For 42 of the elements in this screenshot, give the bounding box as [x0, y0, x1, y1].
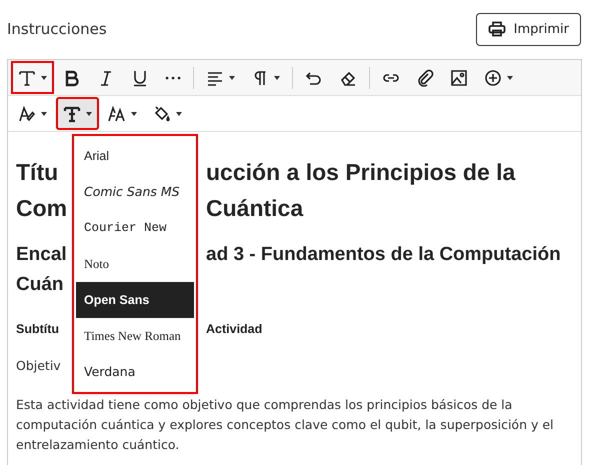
heading: ucción a los Principios de la [206, 158, 516, 187]
paint-bucket-icon [153, 104, 171, 122]
toolbar-button[interactable] [56, 97, 99, 130]
font-option[interactable]: Comic Sans MS [76, 174, 194, 210]
caret-icon [86, 112, 92, 116]
plus-circle-icon [484, 68, 502, 86]
font-option[interactable]: Times New Roman [76, 318, 194, 354]
font-option[interactable]: Courier New [76, 210, 194, 246]
body-text: Objetiv [16, 358, 62, 373]
font-option[interactable]: Arial [76, 138, 194, 174]
underline-icon [131, 68, 149, 86]
toolbar-button[interactable] [11, 61, 54, 94]
bold-icon [63, 68, 81, 86]
caret-icon [274, 76, 280, 80]
font-icon [63, 104, 81, 122]
font-option[interactable]: Noto [76, 246, 194, 282]
font-size-icon [108, 104, 126, 122]
subtitle: Actividad [206, 322, 264, 336]
caret-icon [41, 112, 47, 116]
paragraph: Esta actividad tiene como objetivo que comprendas los principios básicos de la computación cuántica y explores conceptos clave como el qubit, la superposición y el entrelazamiento cuántico. [16, 396, 554, 454]
print-button[interactable]: Imprimir [476, 12, 581, 46]
caret-icon [507, 76, 513, 80]
heading: Com [16, 194, 68, 223]
font-option[interactable]: Verdana [76, 354, 194, 390]
font-option[interactable]: Open Sans [76, 282, 194, 318]
caret-icon [131, 112, 137, 116]
caret-icon [41, 76, 47, 80]
paperclip-icon [416, 68, 434, 86]
printer-icon [488, 21, 506, 37]
heading: Cuán [16, 273, 64, 297]
subtitle: Subtítu [16, 322, 60, 336]
heading: Encal [16, 243, 68, 267]
section-title: Instrucciones [7, 20, 107, 38]
more-icon [165, 76, 181, 80]
image-icon [450, 68, 468, 86]
heading: ad 3 - Fundamentos de la Computación [206, 243, 562, 267]
text-style-icon [18, 68, 36, 86]
caret-icon [229, 76, 235, 80]
heading: Cuántica [206, 194, 304, 223]
heading: Títu [16, 158, 60, 187]
pen-icon [18, 104, 36, 122]
caret-icon [176, 112, 182, 116]
